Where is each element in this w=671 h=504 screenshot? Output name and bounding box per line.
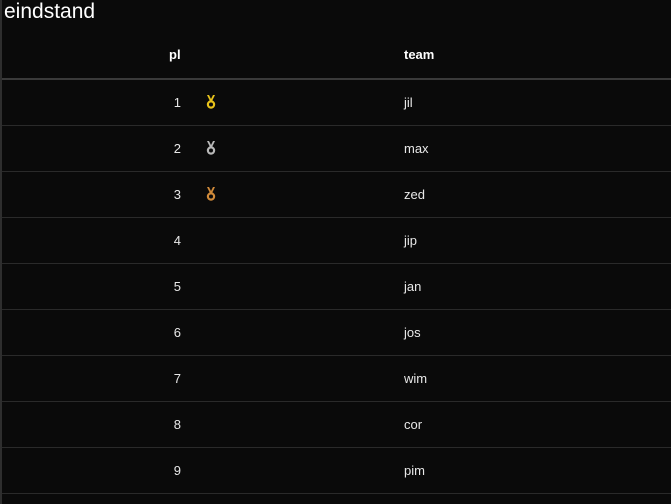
- table-row: 4 jip: [2, 218, 671, 264]
- column-header-place[interactable]: pl: [169, 47, 181, 62]
- team-cell: cor: [404, 417, 423, 432]
- team-cell: jip: [404, 233, 418, 248]
- team-cell: wim: [404, 371, 428, 386]
- table-row: 2 max: [2, 126, 671, 172]
- column-header-team[interactable]: team: [404, 47, 434, 62]
- team-cell: max: [404, 141, 429, 156]
- team-cell: jos: [404, 325, 421, 340]
- place-cell: 3: [173, 187, 181, 202]
- place-cell: 1: [173, 95, 181, 110]
- table-row: 1 jil: [2, 80, 671, 126]
- team-cell: pim: [404, 463, 425, 478]
- table-row: 3 zed: [2, 172, 671, 218]
- silver-medal-icon: [206, 141, 216, 155]
- standings-page: eindstand pl team 1 jil 2 max 3 zed 4 ji…: [0, 0, 671, 504]
- table-row: 5 jan: [2, 264, 671, 310]
- team-cell: jil: [404, 95, 413, 110]
- page-title: eindstand: [4, 0, 96, 23]
- team-cell: zed: [404, 187, 425, 202]
- place-cell: 2: [173, 141, 181, 156]
- place-cell: 9: [173, 463, 181, 478]
- bronze-medal-icon: [206, 187, 216, 201]
- place-cell: 6: [173, 325, 181, 340]
- table-row: 7 wim: [2, 356, 671, 402]
- standings-table: pl team 1 jil 2 max 3 zed 4 jip 5 jan 6 …: [2, 32, 671, 494]
- table-row: 8 cor: [2, 402, 671, 448]
- place-cell: 5: [173, 279, 181, 294]
- team-cell: jan: [404, 279, 422, 294]
- place-cell: 8: [173, 417, 181, 432]
- place-cell: 4: [173, 233, 181, 248]
- table-header: pl team: [2, 32, 671, 80]
- table-row: 6 jos: [2, 310, 671, 356]
- place-cell: 7: [173, 371, 181, 386]
- table-row: 9 pim: [2, 448, 671, 494]
- gold-medal-icon: [206, 95, 216, 109]
